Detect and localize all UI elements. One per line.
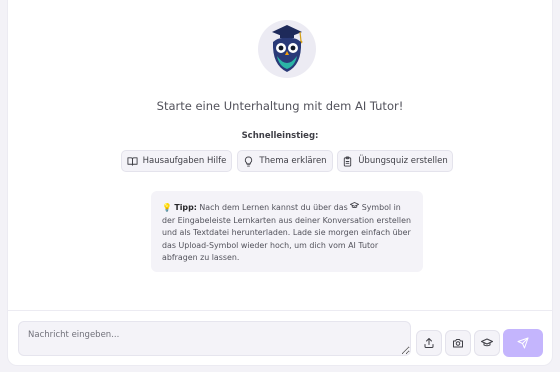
clipboard-icon (344, 155, 352, 167)
graduation-cap-icon (350, 201, 360, 215)
welcome-headline: Starte eine Unterhaltung mit dem AI Tuto… (156, 99, 404, 113)
lightbulb-icon (245, 155, 253, 167)
lightbulb-emoji-icon: 💡 (162, 203, 172, 212)
chip-homework-help[interactable]: Hausaufgaben Hilfe (121, 150, 232, 172)
graduation-cap-icon (481, 338, 493, 347)
book-icon (127, 156, 138, 166)
tip-title: Tipp: (174, 203, 197, 212)
tip-text-before: Nach dem Lernen kannst du über das (196, 203, 351, 212)
send-icon (517, 337, 529, 349)
tip-box: 💡 Tipp: Nach dem Lernen kannst du über d… (151, 191, 423, 272)
upload-icon (424, 338, 434, 348)
quick-start-label: Schnelleinstieg: (241, 131, 319, 141)
chip-label: Übungsquiz erstellen (358, 156, 448, 166)
composer-divider (8, 310, 552, 311)
chip-explain-topic[interactable]: Thema erklären (237, 150, 333, 172)
owl-avatar-icon (258, 20, 316, 78)
upload-button[interactable] (416, 330, 442, 356)
chat-panel: Starte eine Unterhaltung mit dem AI Tuto… (7, 0, 553, 366)
send-button[interactable] (503, 329, 543, 357)
chip-create-quiz[interactable]: Übungsquiz erstellen (337, 150, 453, 172)
message-input[interactable] (18, 321, 411, 356)
chip-label: Hausaufgaben Hilfe (142, 156, 227, 166)
chip-label: Thema erklären (259, 156, 327, 166)
camera-button[interactable] (445, 330, 471, 356)
flashcards-button[interactable] (474, 330, 500, 356)
camera-icon (453, 339, 463, 348)
